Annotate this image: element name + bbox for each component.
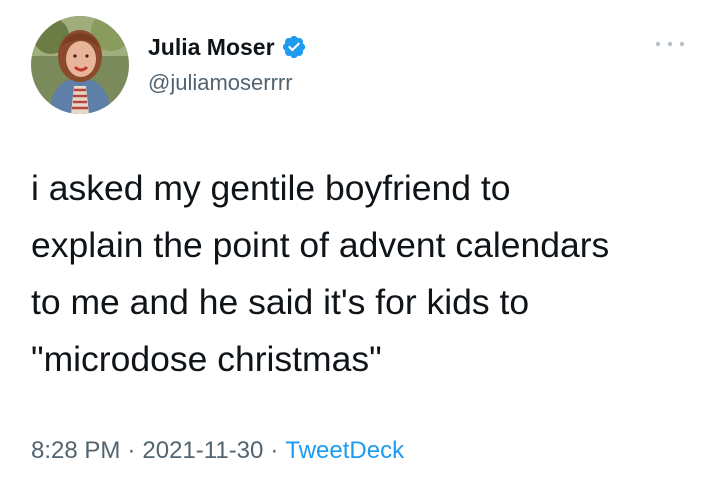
author-display-name[interactable]: Julia Moser	[148, 34, 275, 61]
author-handle[interactable]: @juliamoserrrr	[148, 70, 293, 96]
avatar[interactable]	[31, 16, 129, 114]
tweet-date[interactable]: 2021-11-30	[142, 437, 263, 465]
meta-separator: ·	[127, 437, 136, 464]
tweet-card: Julia Moser @juliamoserrrr i asked my ge…	[0, 0, 720, 487]
tweet-time[interactable]: 8:28 PM	[31, 437, 120, 465]
author-name-row: Julia Moser	[148, 33, 307, 61]
verified-badge-icon	[281, 34, 307, 60]
meta-separator: ·	[270, 437, 279, 464]
tweet-text: i asked my gentile boyfriend to explain …	[31, 168, 610, 379]
more-options-icon[interactable]	[652, 34, 688, 54]
avatar-image	[31, 16, 129, 114]
tweet-source-link[interactable]: TweetDeck	[285, 437, 404, 465]
tweet-meta: 8:28 PM · 2021-11-30 · TweetDeck	[31, 437, 404, 465]
